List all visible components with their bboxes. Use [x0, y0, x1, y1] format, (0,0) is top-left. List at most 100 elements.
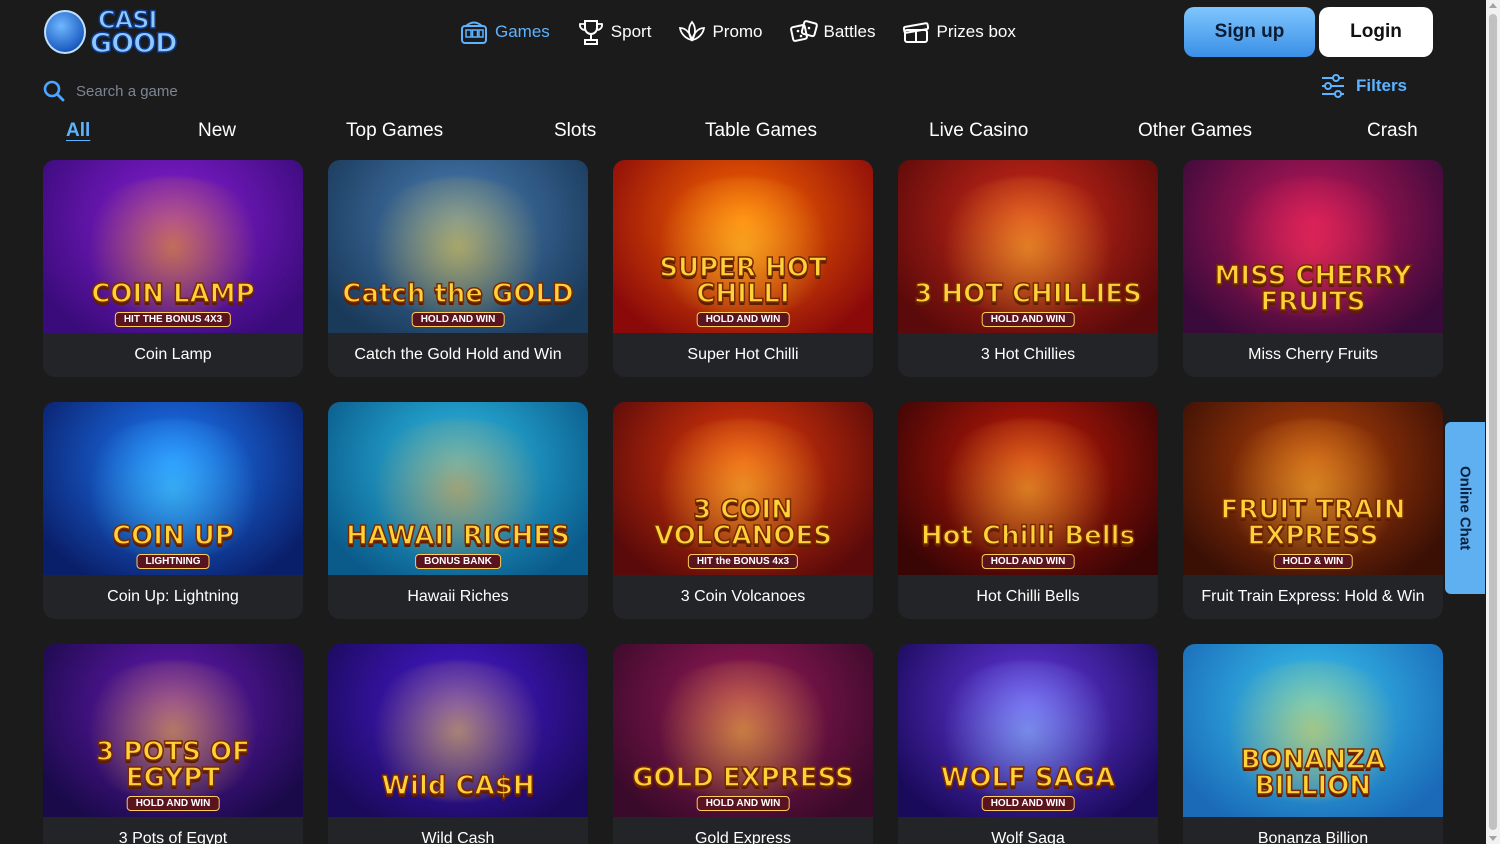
game-card[interactable]: WOLF SAGA HOLD AND WIN Wolf Saga	[898, 644, 1158, 844]
game-title[interactable]: Miss Cherry Fruits	[1183, 333, 1443, 377]
game-logo-text: COIN UP	[111, 521, 234, 551]
nav-label: Sport	[610, 22, 652, 41]
game-card[interactable]: Catch the GOLD HOLD AND WIN Catch the Gold…	[328, 160, 588, 377]
game-thumbnail[interactable]: COIN LAMP HIT THE BONUS 4X3	[43, 160, 303, 333]
game-logo-text: BONANZA BILLION	[1240, 745, 1386, 801]
game-logo-text: FRUIT TRAIN EXPRESS	[1220, 495, 1406, 551]
search-icon[interactable]	[42, 79, 66, 103]
site-logo[interactable]: CASI GOOD	[42, 4, 184, 60]
login-button[interactable]: Login	[1319, 7, 1433, 57]
game-card[interactable]: HAWAII RICHES BONUS BANK Hawaii Riches	[328, 402, 588, 619]
game-title[interactable]: Fruit Train Express: Hold & Win	[1183, 575, 1443, 619]
game-logo-text: COIN LAMP	[91, 279, 256, 309]
search-input[interactable]	[76, 82, 336, 100]
game-logo-text: 3 COIN VOLCANOES	[653, 495, 832, 551]
online-chat-label: Online Chat	[1456, 465, 1474, 551]
game-title[interactable]: Super Hot Chilli	[613, 333, 873, 377]
game-logo-subtitle: BONUS BANK	[415, 554, 501, 569]
game-thumbnail[interactable]: HAWAII RICHES BONUS BANK	[328, 402, 588, 575]
mascot-icon	[44, 10, 86, 54]
game-title[interactable]: 3 Pots of Egypt	[43, 817, 303, 844]
game-card[interactable]: Wild CA$H Wild Cash	[328, 644, 588, 844]
game-card[interactable]: GOLD EXPRESS HOLD AND WIN Gold Express	[613, 644, 873, 844]
nav-sport[interactable]: Sport	[576, 14, 652, 50]
tab-crash[interactable]: Crash	[1367, 120, 1418, 142]
game-thumbnail[interactable]: BONANZA BILLION	[1183, 644, 1443, 817]
game-logo-text: MISS CHERRY FRUITS	[1214, 261, 1412, 317]
nav-prizes-box[interactable]: Prizes box	[902, 14, 1016, 50]
game-title[interactable]: Catch the Gold Hold and Win	[328, 333, 588, 377]
game-logo-text: GOLD EXPRESS	[631, 763, 854, 793]
game-thumbnail[interactable]: GOLD EXPRESS HOLD AND WIN	[613, 644, 873, 817]
tab-all[interactable]: All	[66, 120, 90, 142]
game-thumbnail[interactable]: FRUIT TRAIN EXPRESS HOLD & WIN	[1183, 402, 1443, 575]
game-logo-text: 3 POTS OF EGYPT	[95, 737, 250, 793]
tab-new[interactable]: New	[198, 120, 236, 142]
nav-battles[interactable]: Battles	[789, 14, 876, 50]
page-scrollbar[interactable]	[1486, 0, 1500, 844]
game-card[interactable]: COIN LAMP HIT THE BONUS 4X3 Coin Lamp	[43, 160, 303, 377]
scroll-down-arrow-icon[interactable]	[1489, 836, 1497, 841]
game-title[interactable]: Hawaii Riches	[328, 575, 588, 619]
nav-label: Prizes box	[936, 22, 1016, 41]
tab-top-games[interactable]: Top Games	[346, 120, 443, 142]
scroll-up-arrow-icon[interactable]	[1489, 3, 1497, 8]
game-title[interactable]: Coin Up: Lightning	[43, 575, 303, 619]
game-card[interactable]: FRUIT TRAIN EXPRESS HOLD & WIN Fruit Train…	[1183, 402, 1443, 619]
nav-promo[interactable]: Promo	[677, 14, 763, 50]
game-logo-subtitle: HOLD AND WIN	[696, 796, 790, 811]
game-title[interactable]: 3 Coin Volcanoes	[613, 575, 873, 619]
game-card[interactable]: 3 HOT CHILLIES HOLD AND WIN 3 Hot Chillies	[898, 160, 1158, 377]
game-card[interactable]: 3 COIN VOLCANOES HIT the BONUS 4x3 3 Coin …	[613, 402, 873, 619]
game-card[interactable]: COIN UP LIGHTNING Coin Up: Lightning	[43, 402, 303, 619]
tab-table-games[interactable]: Table Games	[705, 120, 817, 142]
game-card[interactable]: SUPER HOT CHILLI HOLD AND WIN Super Hot Ch…	[613, 160, 873, 377]
dice-icon	[789, 18, 824, 46]
game-title[interactable]: 3 Hot Chillies	[898, 333, 1158, 377]
tab-slots[interactable]: Slots	[554, 120, 596, 142]
game-thumbnail[interactable]: 3 COIN VOLCANOES HIT the BONUS 4x3	[613, 402, 873, 575]
game-logo-subtitle: HOLD AND WIN	[981, 312, 1075, 327]
game-thumbnail[interactable]: Wild CA$H	[328, 644, 588, 817]
game-card[interactable]: MISS CHERRY FRUITS Miss Cherry Fruits	[1183, 160, 1443, 377]
nav-label: Battles	[823, 22, 876, 41]
game-logo-subtitle: HIT the BONUS 4x3	[687, 554, 799, 569]
game-title[interactable]: Wolf Saga	[898, 817, 1158, 844]
nav-games[interactable]: Games	[460, 14, 550, 50]
game-thumbnail[interactable]: Hot Chilli Bells HOLD AND WIN	[898, 402, 1158, 575]
game-card[interactable]: BONANZA BILLION Bonanza Billion	[1183, 644, 1443, 844]
casino-lobby-page: CASI GOOD Games Sport Promo Battles Prizes b…	[0, 0, 1500, 844]
search-bar	[42, 76, 362, 106]
game-title[interactable]: Wild Cash	[328, 817, 588, 844]
lotus-icon	[677, 18, 712, 46]
game-logo-text: 3 HOT CHILLIES	[913, 279, 1142, 309]
online-chat-button[interactable]: Online Chat	[1445, 422, 1485, 594]
game-logo-text: SUPER HOT CHILLI	[659, 253, 828, 309]
game-card[interactable]: 3 POTS OF EGYPT HOLD AND WIN 3 Pots of Egy…	[43, 644, 303, 844]
game-logo-subtitle: HOLD AND WIN	[126, 796, 220, 811]
game-thumbnail[interactable]: COIN UP LIGHTNING	[43, 402, 303, 575]
game-thumbnail[interactable]: Catch the GOLD HOLD AND WIN	[328, 160, 588, 333]
game-thumbnail[interactable]: MISS CHERRY FRUITS	[1183, 160, 1443, 333]
game-thumbnail[interactable]: WOLF SAGA HOLD AND WIN	[898, 644, 1158, 817]
game-title[interactable]: Hot Chilli Bells	[898, 575, 1158, 619]
top-bar: CASI GOOD Games Sport Promo Battles Prizes b…	[0, 0, 1485, 64]
game-card[interactable]: Hot Chilli Bells HOLD AND WIN Hot Chilli B…	[898, 402, 1158, 619]
game-thumbnail[interactable]: 3 POTS OF EGYPT HOLD AND WIN	[43, 644, 303, 817]
tab-other-games[interactable]: Other Games	[1138, 120, 1252, 142]
tab-live-casino[interactable]: Live Casino	[929, 120, 1028, 142]
game-logo-text: Catch the GOLD	[342, 279, 575, 309]
game-logo-subtitle: HOLD AND WIN	[411, 312, 505, 327]
game-thumbnail[interactable]: 3 HOT CHILLIES HOLD AND WIN	[898, 160, 1158, 333]
game-logo-subtitle: HIT THE BONUS 4X3	[114, 312, 232, 327]
game-title[interactable]: Coin Lamp	[43, 333, 303, 377]
game-logo-subtitle: HOLD AND WIN	[981, 554, 1075, 569]
game-thumbnail[interactable]: SUPER HOT CHILLI HOLD AND WIN	[613, 160, 873, 333]
filters-button[interactable]: Filters	[1320, 72, 1407, 100]
scrollbar-thumb[interactable]	[1489, 14, 1497, 830]
signup-button[interactable]: Sign up	[1184, 7, 1315, 57]
nav-label: Promo	[712, 22, 763, 41]
game-title[interactable]: Bonanza Billion	[1183, 817, 1443, 844]
gift-box-icon	[902, 18, 937, 46]
game-title[interactable]: Gold Express	[613, 817, 873, 844]
